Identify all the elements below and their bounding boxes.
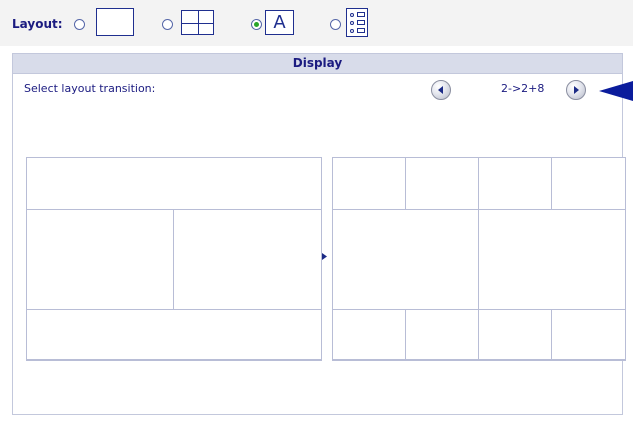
layout-thumb-text[interactable]: A [265, 10, 294, 35]
layout-radio-text[interactable] [251, 19, 262, 30]
preview-cell [332, 309, 406, 361]
preview-cell [478, 209, 626, 310]
layout-radio-grid[interactable] [162, 19, 173, 30]
preview-cell [478, 309, 552, 361]
prev-transition-button[interactable] [431, 80, 451, 100]
layout-thumb-list[interactable] [346, 8, 368, 37]
layout-letter: A [273, 12, 286, 33]
transition-value: 2->2+8 [501, 82, 545, 95]
preview-cell [332, 157, 406, 210]
arrow-left-icon [438, 86, 443, 94]
preview-cell [478, 157, 552, 210]
display-header: Display [13, 54, 622, 74]
pointer-arrow-icon [599, 81, 633, 101]
list-dot-icon [350, 29, 354, 33]
grid-divider-horizontal [182, 23, 213, 24]
layout-radio-list[interactable] [330, 19, 341, 30]
arrow-right-icon [574, 86, 579, 94]
list-dot-icon [350, 21, 354, 25]
list-box-icon [357, 28, 365, 33]
preview-cell [551, 157, 626, 210]
list-dot-icon [350, 13, 354, 17]
layout-thumb-single[interactable] [96, 8, 134, 36]
preview-cell [551, 309, 626, 361]
transition-label: Select layout transition: [24, 82, 156, 95]
layout-thumb-grid[interactable] [181, 10, 214, 35]
preview-cell [173, 209, 322, 310]
transition-arrow-icon [322, 253, 327, 260]
preview-cell [26, 309, 322, 361]
preview-cell [26, 157, 322, 210]
layout-settings-window: Layout: A Display Select layout transiti [0, 0, 633, 423]
list-box-icon [357, 20, 365, 25]
next-transition-button[interactable] [566, 80, 586, 100]
layout-radio-single[interactable] [74, 19, 85, 30]
preview-from-layout [26, 157, 322, 361]
preview-to-layout [332, 157, 626, 361]
layout-bar: Layout: A [0, 0, 633, 46]
layout-label: Layout: [12, 17, 63, 31]
list-box-icon [357, 12, 365, 17]
preview-cell [26, 209, 174, 310]
preview-cell [405, 309, 479, 361]
preview-cell [332, 209, 479, 310]
preview-cell [405, 157, 479, 210]
